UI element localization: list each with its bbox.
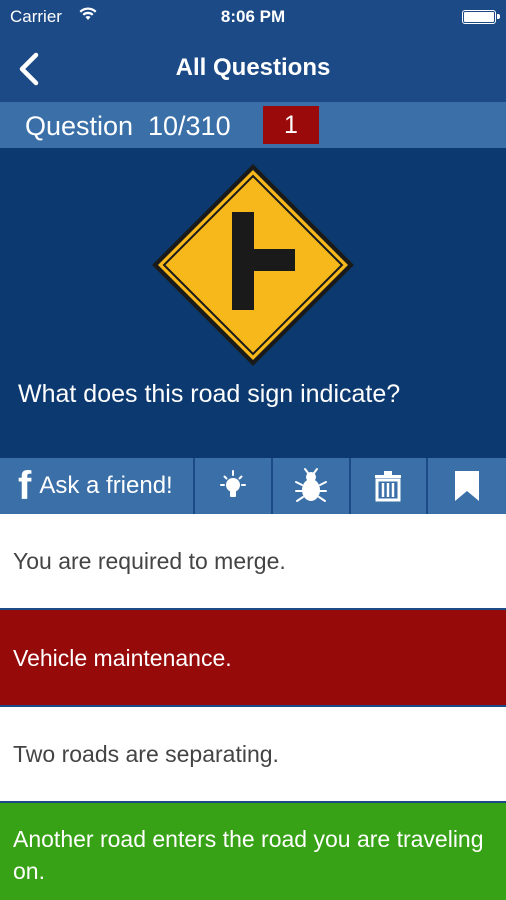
question-header: Question 10/310 1	[0, 102, 506, 148]
question-label: Question	[25, 111, 134, 141]
question-panel: What does this road sign indicate?	[0, 148, 506, 458]
error-count-badge: 1	[263, 106, 319, 144]
facebook-icon: f	[18, 464, 32, 508]
question-text: What does this road sign indicate?	[18, 380, 401, 408]
bug-icon	[294, 468, 327, 502]
ask-friend-button[interactable]: f Ask a friend!	[0, 458, 196, 514]
answer-option[interactable]: You are required to merge.	[0, 514, 506, 610]
ask-friend-label: Ask a friend!	[39, 472, 173, 499]
answer-option-correct[interactable]: Another road enters the road you are tra…	[0, 803, 506, 900]
question-progress: 10/310	[148, 111, 231, 141]
battery-icon	[462, 10, 500, 24]
navigation-bar: All Questions	[0, 36, 506, 102]
bookmark-icon	[455, 471, 480, 501]
report-bug-button[interactable]	[273, 458, 351, 514]
bookmark-button[interactable]	[428, 458, 506, 514]
delete-button[interactable]	[351, 458, 429, 514]
answer-option-wrong[interactable]: Vehicle maintenance.	[0, 610, 506, 707]
answer-option[interactable]: Two roads are separating.	[0, 707, 506, 803]
lightbulb-icon	[220, 470, 247, 497]
clock: 8:06 PM	[220, 7, 286, 26]
question-toolbar: f Ask a friend!	[0, 458, 506, 514]
page-title: All Questions	[175, 54, 331, 81]
side-road-sign-image	[152, 164, 354, 366]
trash-icon	[375, 471, 402, 502]
status-bar: Carrier 8:06 PM	[0, 0, 506, 36]
hint-button[interactable]	[195, 458, 273, 514]
